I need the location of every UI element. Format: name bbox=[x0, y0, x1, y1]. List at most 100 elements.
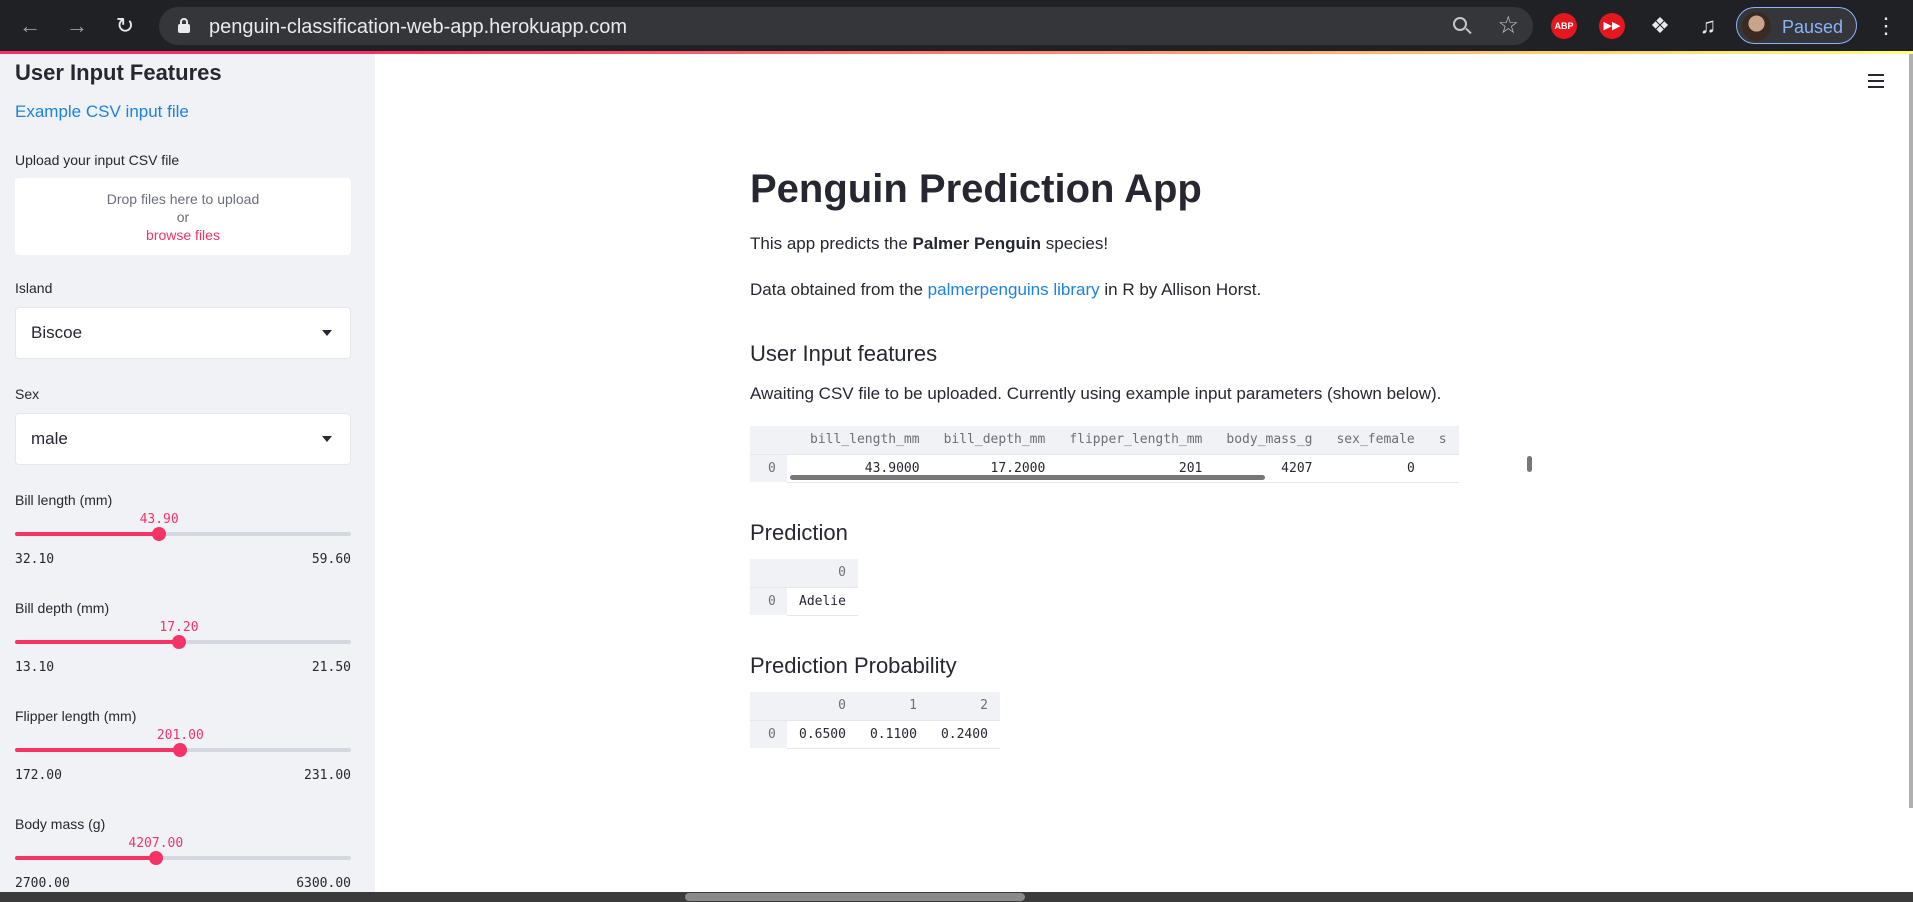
upload-label: Upload your input CSV file bbox=[15, 152, 180, 168]
column-header[interactable]: 0 bbox=[787, 692, 858, 721]
browse-files-button[interactable]: browse files bbox=[15, 227, 351, 243]
zoom-icon[interactable] bbox=[1451, 15, 1473, 37]
slider-track[interactable] bbox=[15, 635, 351, 649]
address-bar[interactable]: penguin-classification-web-app.herokuapp… bbox=[159, 7, 1533, 45]
row-index: 0 bbox=[750, 454, 787, 482]
slider-fill bbox=[15, 532, 160, 536]
probability-table[interactable]: 0 1 2 0 0.6500 0.1100 0.2400 bbox=[750, 692, 1000, 749]
flipper-length-slider[interactable]: Flipper length (mm) 201.00 172.00 231.00 bbox=[15, 708, 351, 783]
slider-track[interactable] bbox=[15, 743, 351, 757]
url-text[interactable]: penguin-classification-web-app.herokuapp… bbox=[209, 16, 627, 39]
data-source-text: Data obtained from the palmerpenguins li… bbox=[750, 280, 1262, 299]
browser-menu-icon[interactable]: ⋮ bbox=[1872, 12, 1900, 40]
intro-text: This app predicts the Palmer Penguin spe… bbox=[750, 234, 1109, 253]
bill-depth-slider[interactable]: Bill depth (mm) 17.20 13.10 21.50 bbox=[15, 600, 351, 675]
avatar bbox=[1742, 12, 1771, 41]
extensions-puzzle-icon[interactable]: ❖ bbox=[1647, 13, 1673, 39]
example-csv-link[interactable]: Example CSV input file bbox=[15, 102, 189, 122]
palmerpenguins-link[interactable]: palmerpenguins library bbox=[928, 280, 1100, 299]
chevron-down-icon bbox=[322, 330, 332, 336]
media-queue-icon[interactable]: ♫ bbox=[1695, 13, 1721, 39]
row-index: 0 bbox=[750, 587, 787, 615]
slider-min: 2700.00 bbox=[15, 876, 70, 891]
sex-label: Sex bbox=[15, 386, 40, 402]
slider-label: Body mass (g) bbox=[15, 816, 106, 832]
slider-max: 59.60 bbox=[311, 552, 351, 567]
profile-status: Paused bbox=[1782, 17, 1844, 37]
slider-thumb[interactable] bbox=[173, 743, 188, 757]
column-header[interactable]: s bbox=[1426, 426, 1459, 455]
uploader-drop-text: Drop files here to upload bbox=[106, 191, 260, 207]
profile-button[interactable]: Paused bbox=[1736, 7, 1857, 44]
page-horizontal-scrollbar-thumb[interactable] bbox=[685, 893, 1025, 901]
prediction-table[interactable]: 0 0 Adelie bbox=[750, 559, 858, 616]
forward-arrow-icon[interactable]: → bbox=[63, 12, 91, 40]
slider-current-value: 201.00 bbox=[156, 728, 204, 743]
slider-label: Bill length (mm) bbox=[15, 492, 113, 508]
table-cell: 0.2400 bbox=[928, 720, 1000, 749]
main-content: Penguin Prediction App This app predicts… bbox=[375, 54, 1913, 902]
column-header[interactable]: 0 bbox=[787, 559, 858, 588]
table-cell: 0 bbox=[1324, 454, 1427, 483]
slider-label: Flipper length (mm) bbox=[15, 708, 137, 724]
table-vertical-scrollbar[interactable] bbox=[1527, 456, 1532, 472]
slider-thumb[interactable] bbox=[171, 635, 186, 649]
awaiting-text: Awaiting CSV file to be uploaded. Curren… bbox=[750, 384, 1442, 403]
video-extension-icon[interactable]: ▶▶ bbox=[1599, 13, 1625, 39]
slider-thumb[interactable] bbox=[152, 527, 167, 541]
page-vertical-scrollbar[interactable] bbox=[1909, 54, 1913, 808]
column-header[interactable]: body_mass_g bbox=[1214, 426, 1325, 455]
slider-current-value: 4207.00 bbox=[128, 836, 184, 851]
slider-track[interactable] bbox=[15, 527, 351, 541]
column-header[interactable]: bill_depth_mm bbox=[931, 426, 1058, 455]
sidebar: User Input Features Example CSV input fi… bbox=[0, 54, 375, 902]
table-horizontal-scrollbar[interactable] bbox=[790, 475, 1265, 480]
column-header[interactable]: bill_length_mm bbox=[787, 426, 932, 455]
browser-toolbar: ← → ↻ penguin-classification-web-app.her… bbox=[0, 0, 1913, 54]
slider-fill bbox=[15, 856, 156, 860]
input-dataframe[interactable]: bill_length_mm bill_depth_mm flipper_len… bbox=[750, 426, 1535, 483]
slider-thumb[interactable] bbox=[148, 851, 163, 865]
reload-icon[interactable]: ↻ bbox=[111, 12, 139, 40]
table-corner bbox=[750, 426, 787, 455]
column-header[interactable]: 2 bbox=[928, 692, 1000, 721]
slider-current-value: 17.20 bbox=[159, 620, 199, 635]
table-row: 0 0.6500 0.1100 0.2400 bbox=[750, 720, 1000, 749]
horizontal-scrollbar[interactable] bbox=[0, 892, 375, 902]
slider-label: Bill depth (mm) bbox=[15, 600, 110, 616]
page-horizontal-scrollbar[interactable] bbox=[375, 892, 1913, 902]
sex-select[interactable]: male bbox=[15, 413, 351, 465]
column-header[interactable]: 1 bbox=[857, 692, 929, 721]
back-arrow-icon[interactable]: ← bbox=[16, 12, 44, 40]
intro-bold-text: Palmer Penguin bbox=[912, 234, 1042, 253]
slider-max: 6300.00 bbox=[296, 876, 351, 891]
table-cell: 0.1100 bbox=[857, 720, 929, 749]
file-uploader[interactable]: Drop files here to upload or browse file… bbox=[15, 178, 351, 255]
table-row: 0 Adelie bbox=[750, 587, 858, 616]
bookmark-star-icon[interactable]: ☆ bbox=[1497, 12, 1519, 40]
slider-min: 13.10 bbox=[15, 660, 55, 675]
column-header[interactable]: sex_female bbox=[1324, 426, 1427, 455]
island-select[interactable]: Biscoe bbox=[15, 307, 351, 359]
table-cell bbox=[1426, 454, 1459, 483]
page-title: Penguin Prediction App bbox=[750, 167, 1202, 211]
uploader-or-text: or bbox=[176, 209, 190, 225]
island-label: Island bbox=[15, 280, 53, 296]
slider-max: 21.50 bbox=[311, 660, 351, 675]
adblock-extension-icon[interactable]: ABP bbox=[1551, 13, 1577, 39]
hamburger-menu-icon[interactable] bbox=[1868, 74, 1886, 88]
slider-min: 172.00 bbox=[15, 768, 62, 783]
column-header[interactable]: flipper_length_mm bbox=[1057, 426, 1215, 455]
island-select-value: Biscoe bbox=[31, 323, 83, 342]
prediction-header: Prediction bbox=[750, 520, 848, 545]
table-corner bbox=[750, 692, 787, 721]
row-index: 0 bbox=[750, 720, 787, 748]
slider-max: 231.00 bbox=[304, 768, 351, 783]
slider-min: 32.10 bbox=[15, 552, 55, 567]
table-cell: Adelie bbox=[787, 587, 858, 616]
body-mass-slider[interactable]: Body mass (g) 4207.00 2700.00 6300.00 bbox=[15, 816, 351, 891]
table-corner bbox=[750, 559, 787, 588]
slider-track[interactable] bbox=[15, 851, 351, 865]
bill-length-slider[interactable]: Bill length (mm) 43.90 32.10 59.60 bbox=[15, 492, 351, 567]
table-cell: 0.6500 bbox=[787, 720, 858, 749]
